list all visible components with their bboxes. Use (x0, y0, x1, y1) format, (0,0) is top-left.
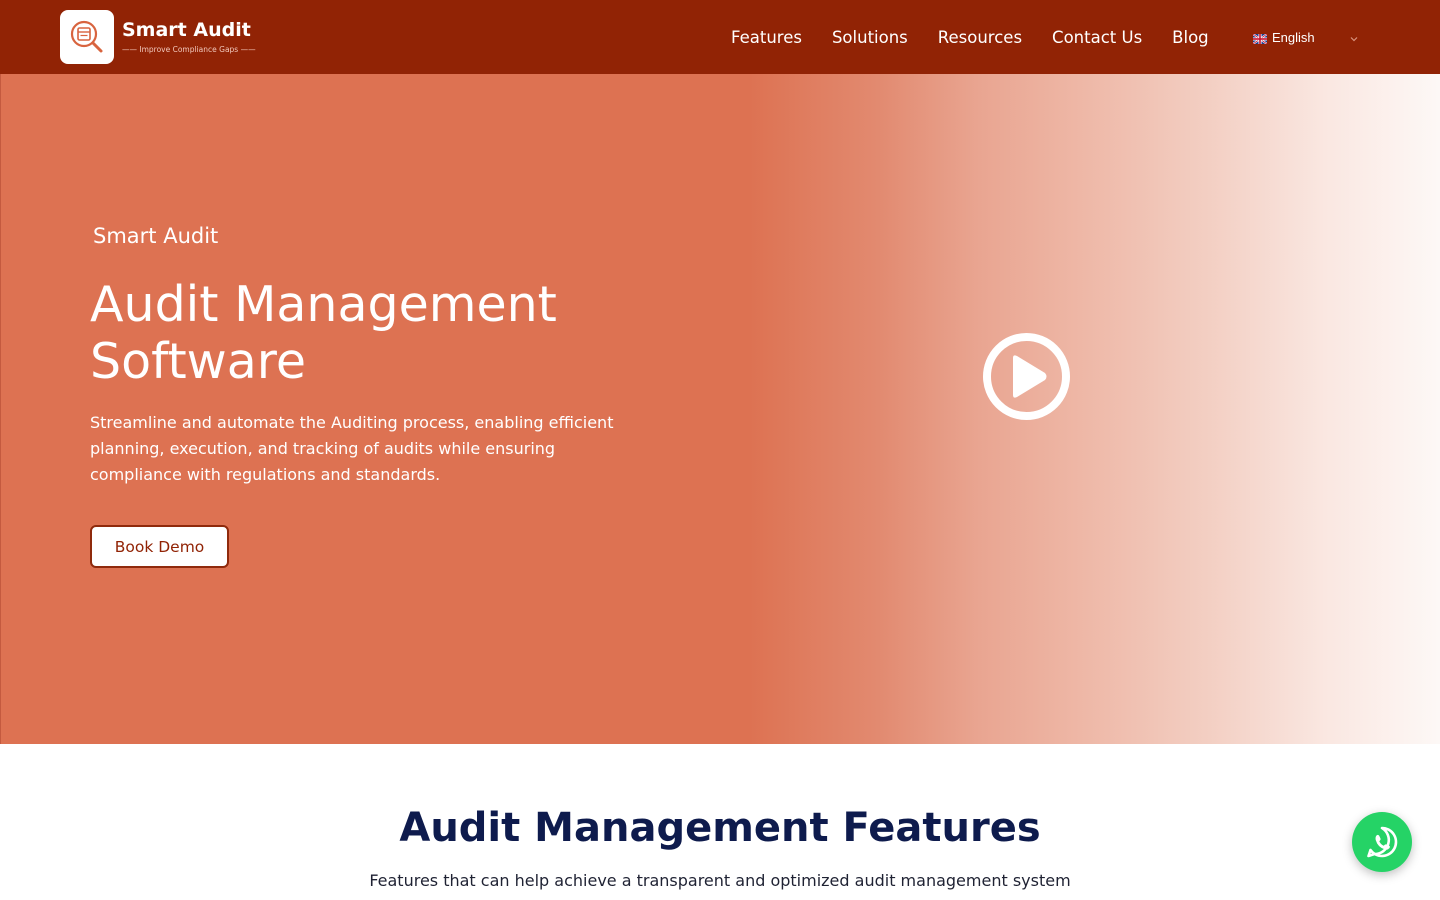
features-subtitle: Features that can help achieve a transpa… (369, 871, 1071, 890)
whatsapp-button[interactable] (1352, 812, 1412, 872)
logo-name: Smart Audit (122, 18, 251, 41)
nav-item-features[interactable]: Features (731, 28, 802, 47)
hero-border (0, 74, 1, 744)
uk-flag-icon (1252, 32, 1268, 45)
magnifier-document-icon (60, 10, 114, 64)
language-selector[interactable]: English (1252, 27, 1359, 47)
whatsapp-icon (1367, 826, 1398, 858)
play-circle-icon[interactable] (982, 332, 1071, 421)
main-nav: Features Solutions Resources Contact Us … (731, 0, 1209, 74)
logo-tagline: —— Improve Compliance Gaps —— (122, 44, 256, 54)
nav-item-solutions[interactable]: Solutions (832, 28, 908, 47)
book-demo-button[interactable]: Book Demo (90, 525, 229, 568)
hero-title: Audit Management Software (90, 276, 557, 390)
hero-description: Streamline and automate the Auditing pro… (90, 413, 614, 484)
hero-eyebrow: Smart Audit (93, 224, 219, 248)
logo[interactable]: Smart Audit —— Improve Compliance Gaps —… (60, 10, 256, 64)
hero-section: Smart Audit Audit Management Software St… (0, 74, 1440, 744)
nav-item-contact-us[interactable]: Contact Us (1052, 28, 1142, 47)
chevron-down-icon (1349, 31, 1359, 46)
features-title: Audit Management Features (399, 805, 1041, 851)
site-header: Smart Audit —— Improve Compliance Gaps —… (0, 0, 1440, 74)
nav-item-blog[interactable]: Blog (1172, 28, 1208, 47)
language-label: English (1272, 29, 1315, 45)
nav-item-resources[interactable]: Resources (938, 28, 1022, 47)
